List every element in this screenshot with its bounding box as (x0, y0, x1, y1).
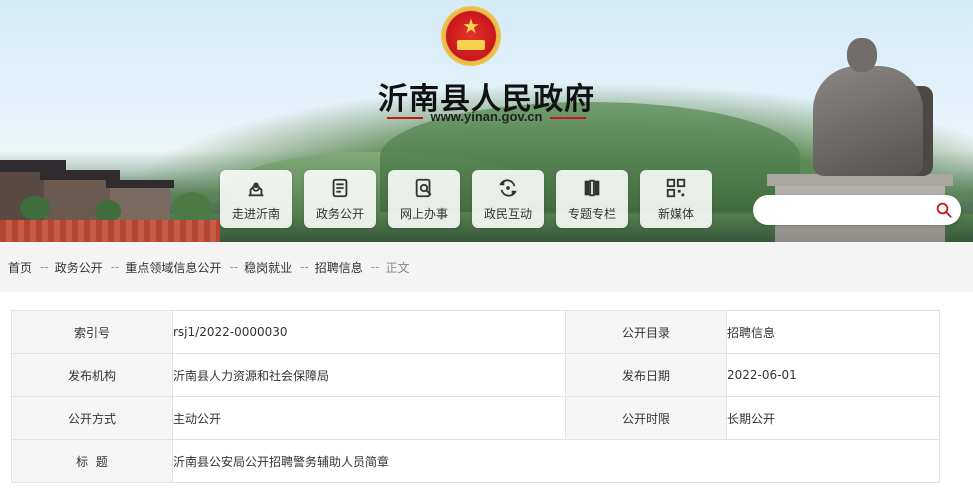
site-url[interactable]: www.yinan.gov.cn (383, 109, 591, 124)
info-panel: 索引号 rsj1/2022-0000030 公开目录 招聘信息 发布机构 沂南县… (0, 292, 973, 491)
catalog-value: 招聘信息 (726, 310, 940, 354)
title-value: 沂南县公安局公开招聘警务辅助人员简章 (172, 439, 940, 483)
books-icon (584, 179, 600, 196)
table-row: 索引号 rsj1/2022-0000030 公开目录 招聘信息 (11, 310, 940, 354)
breadcrumb-home[interactable]: 首页 (8, 259, 32, 276)
emblem-gate-icon (457, 40, 485, 50)
breadcrumb-zhengwu[interactable]: 政务公开 (55, 259, 103, 276)
index-label: 索引号 (11, 310, 173, 354)
date-label: 发布日期 (565, 353, 727, 397)
org-label: 发布机构 (11, 353, 173, 397)
mode-label: 公开方式 (11, 396, 173, 440)
national-emblem-icon: ★ (441, 6, 501, 66)
banner-roof (106, 180, 174, 188)
nav-button-hudong[interactable]: 政民互动 (472, 170, 544, 228)
org-value: 沂南县人力资源和社会保障局 (172, 353, 566, 397)
nav-label: 网上办事 (399, 206, 448, 221)
breadcrumb-separator: -- (300, 260, 309, 274)
statue-head (847, 38, 877, 72)
nav-button-zoujin[interactable]: 走进沂南 (220, 170, 292, 228)
banner-tree (95, 200, 121, 222)
date-value: 2022-06-01 (726, 353, 940, 397)
table-row: 发布机构 沂南县人力资源和社会保障局 发布日期 2022-06-01 (11, 353, 940, 397)
search-input[interactable] (767, 201, 931, 221)
search-box (753, 195, 961, 225)
period-value: 长期公开 (726, 396, 940, 440)
nav-button-zhuanti[interactable]: 专题专栏 (556, 170, 628, 228)
interaction-icon (499, 178, 517, 197)
site-url-wrap: www.yinan.gov.cn (0, 106, 973, 125)
banner-fence (0, 220, 220, 242)
banner-tree (20, 196, 50, 220)
search-document-icon (415, 178, 432, 197)
mode-value: 主动公开 (172, 396, 566, 440)
breadcrumb-separator: -- (110, 260, 120, 274)
table-row: 标 题 沂南县公安局公开招聘警务辅助人员简章 (11, 439, 940, 483)
nav-label: 新媒体 (657, 206, 694, 221)
document-icon (332, 178, 348, 197)
breadcrumb-zhaopin[interactable]: 招聘信息 (315, 259, 363, 276)
breadcrumb-separator: -- (370, 260, 380, 274)
emblem-star-icon: ★ (462, 14, 480, 38)
breadcrumb-current: 正文 (385, 260, 410, 275)
table-row: 公开方式 主动公开 公开时限 长期公开 (11, 396, 940, 440)
breadcrumb-separator: -- (229, 260, 239, 274)
nav-button-xinmeiti[interactable]: 新媒体 (640, 170, 712, 228)
period-label: 公开时限 (565, 396, 727, 440)
breadcrumb-zhongdian[interactable]: 重点领域信息公开 (125, 259, 221, 276)
breadcrumb-wengang[interactable]: 稳岗就业 (244, 259, 292, 276)
nav-label: 走进沂南 (231, 206, 280, 221)
info-table: 索引号 rsj1/2022-0000030 公开目录 招聘信息 发布机构 沂南县… (11, 310, 940, 483)
main-nav: 走进沂南 政务公开 网上办事 政民互动 专题专栏 新媒体 (220, 170, 712, 228)
header-banner: ★ 沂南县人民政府 www.yinan.gov.cn 走进沂南 政务公开 网上办… (0, 0, 973, 242)
nav-button-zhengwu[interactable]: 政务公开 (304, 170, 376, 228)
catalog-label: 公开目录 (565, 310, 727, 354)
nav-label: 专题专栏 (567, 206, 616, 221)
nav-button-banshi[interactable]: 网上办事 (388, 170, 460, 228)
search-icon[interactable] (935, 201, 953, 219)
index-value: rsj1/2022-0000030 (172, 310, 566, 354)
landmark-icon (248, 182, 264, 196)
title-label: 标 题 (11, 439, 173, 483)
qrcode-icon (666, 178, 686, 197)
breadcrumb: 首页 -- 政务公开 -- 重点领域信息公开 -- 稳岗就业 -- 招聘信息 -… (0, 256, 409, 278)
nav-label: 政民互动 (483, 206, 532, 221)
nav-label: 政务公开 (315, 206, 364, 221)
banner-roof (40, 170, 120, 180)
breadcrumb-separator: -- (40, 260, 49, 274)
